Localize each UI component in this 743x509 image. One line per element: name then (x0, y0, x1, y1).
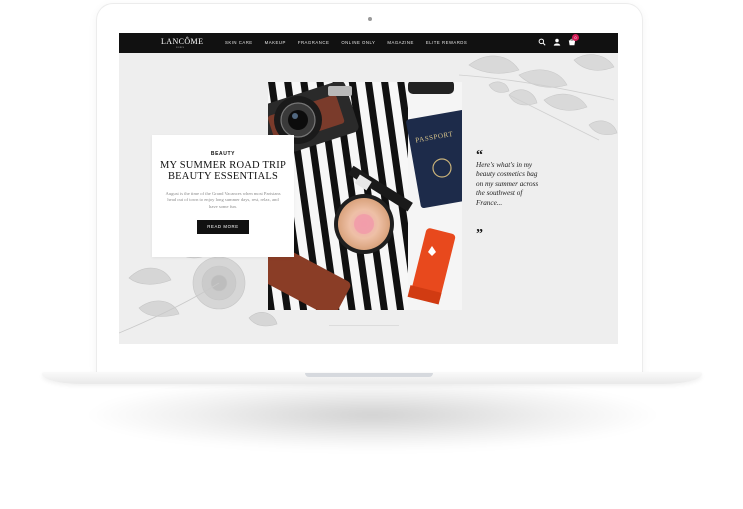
article-title[interactable]: MY SUMMER ROAD TRIP BEAUTY ESSENTIALS (158, 160, 288, 182)
laptop-notch (305, 373, 433, 377)
user-icon[interactable] (553, 38, 561, 46)
laptop-shadow (90, 380, 655, 450)
hero-flatlay-photo[interactable]: PASSPORT (268, 82, 462, 310)
nav-icon-group: 0 (538, 34, 579, 46)
website-screen: LANCÔME PARIS SKIN CARE MAKEUP FRAGRANCE… (119, 33, 618, 344)
search-icon[interactable] (538, 38, 546, 46)
menu-item-skin-care[interactable]: SKIN CARE (225, 40, 253, 45)
quote-close-mark: ” (476, 227, 483, 242)
menu-item-fragrance[interactable]: FRAGRANCE (298, 40, 329, 45)
brand-logo-subtitle: PARIS (176, 46, 185, 49)
article-category[interactable]: BEAUTY (152, 151, 294, 157)
top-navigation-bar: LANCÔME PARIS SKIN CARE MAKEUP FRAGRANCE… (119, 33, 618, 53)
menu-item-makeup[interactable]: MAKEUP (265, 40, 286, 45)
flatlay-illustration: PASSPORT (268, 82, 462, 310)
brand-logo[interactable]: LANCÔME (161, 37, 203, 46)
divider-line (329, 325, 399, 326)
cart-button[interactable]: 0 (568, 34, 579, 46)
article-card: BEAUTY MY SUMMER ROAD TRIP BEAUTY ESSENT… (152, 135, 294, 257)
menu-item-elite-rewards[interactable]: ELITE REWARDS (426, 40, 467, 45)
main-menu: SKIN CARE MAKEUP FRAGRANCE ONLINE ONLY M… (225, 40, 479, 45)
pull-quote-text: Here's what's in my beauty cosmetics bag… (476, 161, 539, 207)
read-more-button[interactable]: READ MORE (197, 220, 249, 235)
botanical-leaves-top-right (458, 54, 618, 141)
cart-count-badge: 0 (572, 34, 579, 41)
menu-item-online-only[interactable]: ONLINE ONLY (341, 40, 375, 45)
quote-open-mark: “ (476, 148, 483, 163)
menu-item-magazine[interactable]: MAGAZINE (387, 40, 413, 45)
article-excerpt: August is the time of the Grand Vacances… (165, 191, 281, 209)
laptop-camera (368, 17, 372, 21)
